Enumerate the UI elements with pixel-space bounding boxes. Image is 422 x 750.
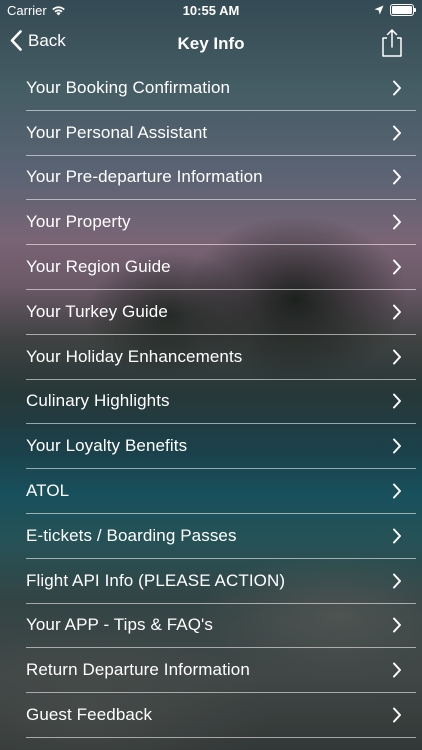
menu-item-label: Return Departure Information	[26, 660, 250, 680]
chevron-right-icon	[393, 80, 401, 96]
menu-item[interactable]: Your Turkey Guide	[26, 290, 416, 335]
chevron-right-icon	[393, 169, 401, 185]
menu-item[interactable]: Return Departure Information	[26, 648, 416, 694]
menu-item[interactable]: Your APP - Tips & FAQ's	[26, 604, 416, 649]
chevron-right-icon	[393, 393, 401, 409]
chevron-right-icon	[393, 349, 401, 365]
location-arrow-icon	[374, 5, 384, 15]
chevron-right-icon	[393, 662, 401, 678]
menu-item[interactable]: Guest Feedback	[26, 693, 416, 738]
menu-item[interactable]: ATOL	[26, 469, 416, 514]
menu-item-label: Your Booking Confirmation	[26, 77, 231, 97]
menu-item-label: ATOL	[26, 481, 70, 501]
chevron-right-icon	[393, 707, 401, 723]
menu-item[interactable]: Your Loyalty Benefits	[26, 424, 416, 470]
menu-item-label: Guest Feedback	[26, 705, 153, 725]
chevron-right-icon	[393, 617, 401, 633]
menu-item[interactable]: Your Property	[26, 200, 416, 246]
menu-item-label: Culinary Highlights	[26, 391, 170, 411]
chevron-right-icon	[393, 259, 401, 275]
chevron-right-icon	[393, 125, 401, 141]
menu-item-label: Your Holiday Enhancements	[26, 346, 243, 366]
menu-item-label: Your Property	[26, 212, 131, 232]
chevron-right-icon	[393, 573, 401, 589]
menu-item-label: E-tickets / Boarding Passes	[26, 525, 237, 545]
chevron-right-icon	[393, 304, 401, 320]
menu-item-label: Your Turkey Guide	[26, 301, 168, 321]
menu-item-label: Your Personal Assistant	[26, 122, 208, 142]
chevron-right-icon	[393, 438, 401, 454]
page-title: Key Info	[177, 34, 245, 53]
menu-item-label: Your Region Guide	[26, 257, 171, 277]
chevron-right-icon	[393, 214, 401, 230]
chevron-right-icon	[393, 528, 401, 544]
key-info-menu: Your Booking Confirmation Your Personal A…	[26, 66, 416, 738]
status-right	[374, 4, 416, 16]
menu-item[interactable]: E-tickets / Boarding Passes	[26, 514, 416, 559]
menu-item-label: Flight API Info (PLEASE ACTION)	[26, 570, 286, 590]
navigation-bar: Back Key Info	[0, 22, 422, 66]
menu-item[interactable]: Your Holiday Enhancements	[26, 335, 416, 380]
chevron-right-icon	[393, 483, 401, 499]
menu-item-label: Your APP - Tips & FAQ's	[26, 615, 213, 635]
menu-item[interactable]: Culinary Highlights	[26, 380, 416, 425]
status-bar: Carrier 10:55 AM	[0, 0, 422, 22]
menu-item[interactable]: Your Booking Confirmation	[26, 66, 416, 111]
menu-item[interactable]: Flight API Info (PLEASE ACTION)	[26, 559, 416, 604]
share-icon[interactable]	[380, 28, 404, 58]
menu-item[interactable]: Your Personal Assistant	[26, 111, 416, 156]
battery-icon	[390, 4, 416, 16]
menu-item[interactable]: Your Pre-departure Information	[26, 156, 416, 201]
menu-item[interactable]: Your Region Guide	[26, 245, 416, 290]
menu-item-label: Your Loyalty Benefits	[26, 436, 188, 456]
status-time: 10:55 AM	[182, 3, 240, 18]
menu-item-label: Your Pre-departure Information	[26, 167, 263, 187]
